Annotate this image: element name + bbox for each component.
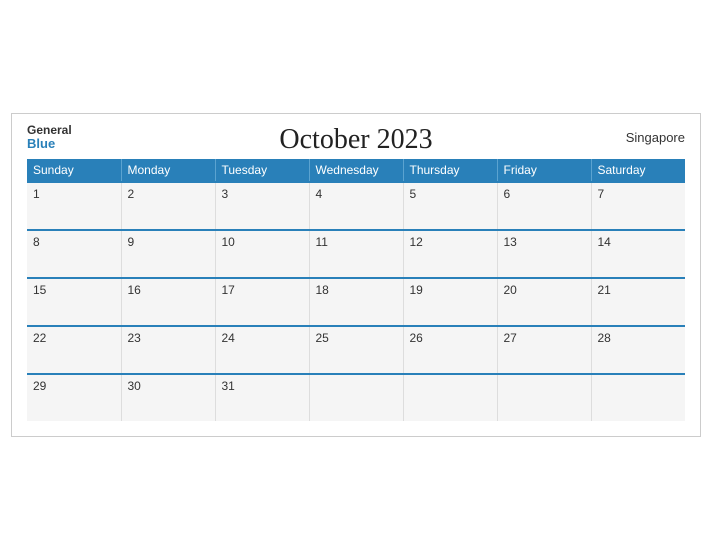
- day-number: 29: [33, 379, 46, 393]
- day-number: 30: [128, 379, 141, 393]
- calendar-header: General Blue October 2023 Singapore: [27, 124, 685, 151]
- day-number: 10: [222, 235, 235, 249]
- calendar-week-row: 8 9 10 11 12 13 14: [27, 230, 685, 278]
- calendar-day-cell: 12: [403, 230, 497, 278]
- calendar-day-cell: 10: [215, 230, 309, 278]
- calendar-day-cell: 17: [215, 278, 309, 326]
- calendar-day-cell: 11: [309, 230, 403, 278]
- calendar-day-cell: 31: [215, 374, 309, 421]
- header-monday: Monday: [121, 159, 215, 182]
- calendar-day-cell: 8: [27, 230, 121, 278]
- calendar-day-cell: 14: [591, 230, 685, 278]
- day-number: 2: [128, 187, 135, 201]
- day-number: 27: [504, 331, 517, 345]
- calendar-day-cell: 30: [121, 374, 215, 421]
- logo: General Blue: [27, 124, 72, 151]
- calendar-day-cell: 13: [497, 230, 591, 278]
- calendar-day-cell: [403, 374, 497, 421]
- calendar-day-cell: 4: [309, 182, 403, 230]
- calendar: General Blue October 2023 Singapore Sund…: [11, 113, 701, 437]
- day-number: 16: [128, 283, 141, 297]
- calendar-day-cell: 27: [497, 326, 591, 374]
- calendar-day-cell: 25: [309, 326, 403, 374]
- calendar-day-cell: 16: [121, 278, 215, 326]
- logo-blue-text: Blue: [27, 137, 72, 151]
- calendar-day-cell: 15: [27, 278, 121, 326]
- calendar-day-cell: 1: [27, 182, 121, 230]
- calendar-day-cell: 20: [497, 278, 591, 326]
- calendar-week-row: 1 2 3 4 5 6 7: [27, 182, 685, 230]
- day-number: 18: [316, 283, 329, 297]
- day-number: 25: [316, 331, 329, 345]
- day-number: 12: [410, 235, 423, 249]
- calendar-day-cell: 2: [121, 182, 215, 230]
- calendar-day-cell: 9: [121, 230, 215, 278]
- calendar-table: Sunday Monday Tuesday Wednesday Thursday…: [27, 159, 685, 421]
- weekday-header-row: Sunday Monday Tuesday Wednesday Thursday…: [27, 159, 685, 182]
- day-number: 23: [128, 331, 141, 345]
- calendar-day-cell: 28: [591, 326, 685, 374]
- header-wednesday: Wednesday: [309, 159, 403, 182]
- header-tuesday: Tuesday: [215, 159, 309, 182]
- day-number: 28: [598, 331, 611, 345]
- calendar-day-cell: 3: [215, 182, 309, 230]
- calendar-day-cell: [591, 374, 685, 421]
- day-number: 14: [598, 235, 611, 249]
- calendar-week-row: 15 16 17 18 19 20 21: [27, 278, 685, 326]
- day-number: 11: [316, 235, 328, 249]
- day-number: 7: [598, 187, 605, 201]
- day-number: 6: [504, 187, 511, 201]
- header-sunday: Sunday: [27, 159, 121, 182]
- calendar-day-cell: 19: [403, 278, 497, 326]
- day-number: 17: [222, 283, 235, 297]
- header-friday: Friday: [497, 159, 591, 182]
- calendar-day-cell: 29: [27, 374, 121, 421]
- header-saturday: Saturday: [591, 159, 685, 182]
- day-number: 1: [33, 187, 40, 201]
- calendar-day-cell: 23: [121, 326, 215, 374]
- day-number: 13: [504, 235, 517, 249]
- calendar-thead: Sunday Monday Tuesday Wednesday Thursday…: [27, 159, 685, 182]
- calendar-day-cell: [309, 374, 403, 421]
- day-number: 20: [504, 283, 517, 297]
- day-number: 26: [410, 331, 423, 345]
- calendar-day-cell: 5: [403, 182, 497, 230]
- calendar-title: October 2023: [279, 124, 432, 156]
- calendar-body: 1234567891011121314151617181920212223242…: [27, 182, 685, 421]
- day-number: 3: [222, 187, 229, 201]
- calendar-week-row: 22 23 24 25 26 27 28: [27, 326, 685, 374]
- day-number: 5: [410, 187, 417, 201]
- calendar-day-cell: 24: [215, 326, 309, 374]
- day-number: 31: [222, 379, 235, 393]
- day-number: 9: [128, 235, 135, 249]
- day-number: 22: [33, 331, 46, 345]
- day-number: 15: [33, 283, 46, 297]
- calendar-day-cell: 22: [27, 326, 121, 374]
- calendar-day-cell: 6: [497, 182, 591, 230]
- calendar-day-cell: 7: [591, 182, 685, 230]
- day-number: 4: [316, 187, 323, 201]
- calendar-week-row: 29 30 31: [27, 374, 685, 421]
- day-number: 21: [598, 283, 611, 297]
- day-number: 19: [410, 283, 423, 297]
- calendar-day-cell: [497, 374, 591, 421]
- day-number: 24: [222, 331, 235, 345]
- calendar-day-cell: 26: [403, 326, 497, 374]
- header-thursday: Thursday: [403, 159, 497, 182]
- calendar-day-cell: 21: [591, 278, 685, 326]
- day-number: 8: [33, 235, 40, 249]
- calendar-location: Singapore: [626, 130, 685, 145]
- logo-general-text: General: [27, 124, 72, 137]
- calendar-day-cell: 18: [309, 278, 403, 326]
